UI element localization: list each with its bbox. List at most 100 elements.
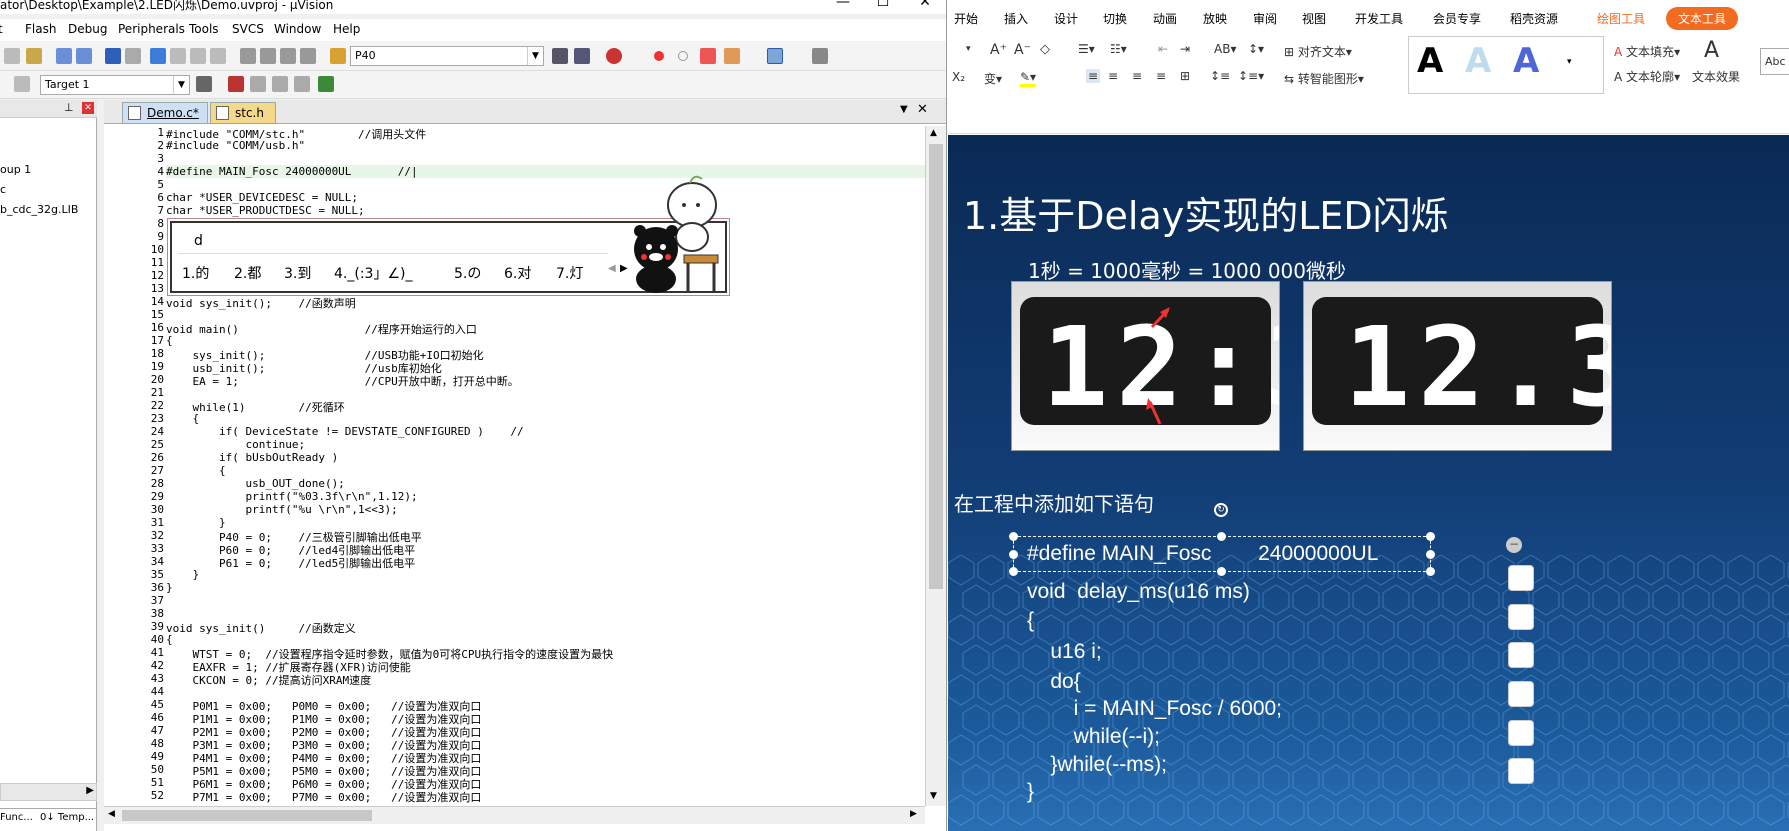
code-line[interactable]: do{ bbox=[1027, 670, 1080, 694]
slide-subtitle[interactable]: 1秒 = 1000毫秒 = 1000 000微秒 bbox=[1028, 255, 1346, 284]
tab-developer[interactable]: 开发工具 bbox=[1355, 10, 1403, 27]
tab-functions[interactable]: Func... bbox=[0, 812, 33, 823]
tab-animation[interactable]: 动画 bbox=[1153, 10, 1177, 27]
nav-forward-icon[interactable] bbox=[125, 48, 141, 64]
increase-indent-icon[interactable]: ⇥ bbox=[1180, 42, 1190, 56]
code-line[interactable]: printf("%03.3f\r\n",1.12); bbox=[166, 490, 417, 503]
code-line[interactable]: } bbox=[166, 516, 226, 529]
code-line[interactable]: printf("%u \r\n",1<<3); bbox=[166, 503, 397, 516]
download-icon[interactable] bbox=[14, 76, 30, 92]
lightbulb-icon[interactable] bbox=[1508, 720, 1534, 746]
code-line[interactable]: P61 = 0; //led5引脚输出低电平 bbox=[166, 555, 415, 571]
target-combo[interactable]: Target 1 ▼ bbox=[40, 75, 190, 95]
resize-handle[interactable] bbox=[1009, 532, 1018, 541]
close-icon[interactable]: ✕ bbox=[917, 102, 928, 117]
code-line[interactable]: u16 i; bbox=[1027, 640, 1101, 664]
debug-session-icon[interactable] bbox=[606, 48, 622, 64]
undo-icon[interactable] bbox=[56, 48, 72, 64]
maximize-icon[interactable]: ☐ bbox=[863, 0, 903, 9]
resize-handle[interactable] bbox=[1426, 550, 1435, 559]
bullet-list-icon[interactable]: ☰▾ bbox=[1078, 42, 1095, 56]
menu-peripherals[interactable]: Peripherals bbox=[118, 22, 185, 36]
menu-debug[interactable]: Debug bbox=[68, 22, 107, 36]
clear-format-icon[interactable]: ◇ bbox=[1040, 42, 1050, 57]
code-line[interactable]: usb_OUT_done(); bbox=[166, 477, 344, 490]
chevron-down-icon[interactable]: ▼ bbox=[173, 76, 189, 94]
cut-icon[interactable] bbox=[4, 48, 20, 64]
menu-tools[interactable]: Tools bbox=[189, 22, 219, 36]
editor-vscroll[interactable]: ▲ ▼ bbox=[925, 126, 946, 806]
ime-candidate[interactable]: 3.到 bbox=[284, 263, 311, 283]
subscript-icon[interactable]: X₂ bbox=[952, 70, 965, 84]
resize-handle[interactable] bbox=[1009, 550, 1018, 559]
project-hscroll[interactable]: ▶ bbox=[0, 783, 97, 801]
paste-icon[interactable] bbox=[26, 48, 42, 64]
tab-slideshow[interactable]: 放映 bbox=[1203, 10, 1227, 27]
text-effect-label[interactable]: 文本效果 bbox=[1692, 68, 1740, 85]
project-group[interactable]: oup 1 bbox=[0, 163, 31, 176]
unindent-icon[interactable] bbox=[260, 48, 276, 64]
tab-stc-h[interactable]: stc.h bbox=[210, 102, 276, 124]
code-line[interactable]: if( bUsbOutReady ) bbox=[166, 451, 338, 464]
menu-help[interactable]: Help bbox=[333, 22, 360, 36]
close-icon[interactable]: ✕ bbox=[82, 102, 94, 114]
menu-window[interactable]: Window bbox=[274, 22, 321, 36]
resize-handle[interactable] bbox=[1426, 567, 1435, 576]
tab-transition[interactable]: 切换 bbox=[1103, 10, 1127, 27]
tab-member[interactable]: 会员专享 bbox=[1433, 10, 1481, 27]
code-line[interactable]: } bbox=[166, 581, 173, 594]
align-center-icon[interactable]: ≡ bbox=[1108, 69, 1118, 83]
ime-candidate[interactable]: 1.的 bbox=[182, 263, 209, 283]
tab-templates[interactable]: 0↓ Temp... bbox=[40, 812, 94, 823]
menu-svcs[interactable]: SVCS bbox=[232, 22, 264, 36]
minimize-icon[interactable]: — bbox=[823, 0, 863, 9]
code-line[interactable]: while(--i); bbox=[1027, 725, 1160, 749]
pin-icon[interactable]: ⊥ bbox=[64, 101, 74, 114]
grow-font-icon[interactable]: A⁺ bbox=[990, 42, 1007, 58]
code-line[interactable]: } bbox=[1027, 780, 1034, 804]
decrease-indent-icon[interactable]: ⇤ bbox=[1158, 42, 1168, 56]
collapse-icon[interactable]: − bbox=[1506, 537, 1522, 553]
text-outline-button[interactable]: A 文本轮廓▾ bbox=[1614, 68, 1680, 85]
disable-breakpoint-icon[interactable] bbox=[678, 51, 688, 61]
indent-icon[interactable] bbox=[240, 48, 256, 64]
tab-insert[interactable]: 插入 bbox=[1004, 10, 1028, 27]
code-line[interactable]: CKCON = 0; //提高访问XRAM速度 bbox=[166, 672, 371, 688]
code-line[interactable]: void sys_init(); //函数声明 bbox=[166, 295, 356, 311]
prev-bookmark-icon[interactable] bbox=[170, 48, 186, 64]
bookmark-icon[interactable] bbox=[150, 48, 166, 64]
vscroll-thumb[interactable] bbox=[929, 144, 943, 589]
text-style-blue[interactable]: A bbox=[1513, 41, 1539, 81]
project-library[interactable]: b_cdc_32g.LIB bbox=[0, 203, 78, 216]
chevron-down-icon[interactable]: ▼ bbox=[527, 47, 543, 65]
frame-icon[interactable] bbox=[1508, 681, 1534, 707]
text-effect-icon[interactable]: A bbox=[1704, 38, 1719, 63]
kill-breakpoints-icon[interactable] bbox=[724, 48, 740, 64]
tab-design[interactable]: 设计 bbox=[1054, 10, 1078, 27]
slide-title[interactable]: 1.基于Delay实现的LED闪烁 bbox=[963, 185, 1449, 240]
resize-handle[interactable] bbox=[1217, 532, 1226, 541]
find-icon[interactable] bbox=[552, 48, 568, 64]
code-line[interactable]: void main() //程序开始运行的入口 bbox=[166, 321, 477, 337]
slide-canvas[interactable]: 1.基于Delay实现的LED闪烁 1秒 = 1000毫秒 = 1000 000… bbox=[948, 135, 1789, 831]
rotate-icon[interactable]: ↻ bbox=[1214, 503, 1228, 517]
comment-icon[interactable] bbox=[280, 48, 296, 64]
scroll-left-icon[interactable]: ◀ bbox=[108, 809, 115, 819]
ime-candidate[interactable]: 4._(:3」∠)_ bbox=[334, 263, 412, 283]
text-style-light[interactable]: A bbox=[1465, 41, 1491, 81]
tab-home[interactable]: 开始 bbox=[954, 10, 978, 27]
nav-back-icon[interactable] bbox=[105, 48, 121, 64]
next-bookmark-icon[interactable] bbox=[190, 48, 206, 64]
resize-handle[interactable] bbox=[1426, 532, 1435, 541]
eraser-icon[interactable] bbox=[1508, 642, 1534, 668]
text-style-black[interactable]: A bbox=[1417, 41, 1443, 81]
code-line[interactable]: char *USER_PRODUCTDESC = NULL; bbox=[166, 204, 365, 217]
ime-next-page-icon[interactable]: ▶ bbox=[620, 263, 628, 274]
code-line[interactable]: }while(--ms); bbox=[1027, 753, 1167, 777]
code-line[interactable]: if( DeviceState != DEVSTATE_CONFIGURED )… bbox=[166, 425, 524, 438]
close-icon[interactable]: ✕ bbox=[905, 0, 945, 9]
ime-candidate[interactable]: 5.の bbox=[454, 263, 481, 283]
code-line[interactable]: #define MAIN_Fosc 24000000UL bbox=[1027, 542, 1378, 566]
distribute-icon[interactable]: ⊞ bbox=[1180, 69, 1190, 83]
code-line[interactable]: EA = 1; //CPU开放中断，打开总中断。 bbox=[166, 373, 518, 389]
